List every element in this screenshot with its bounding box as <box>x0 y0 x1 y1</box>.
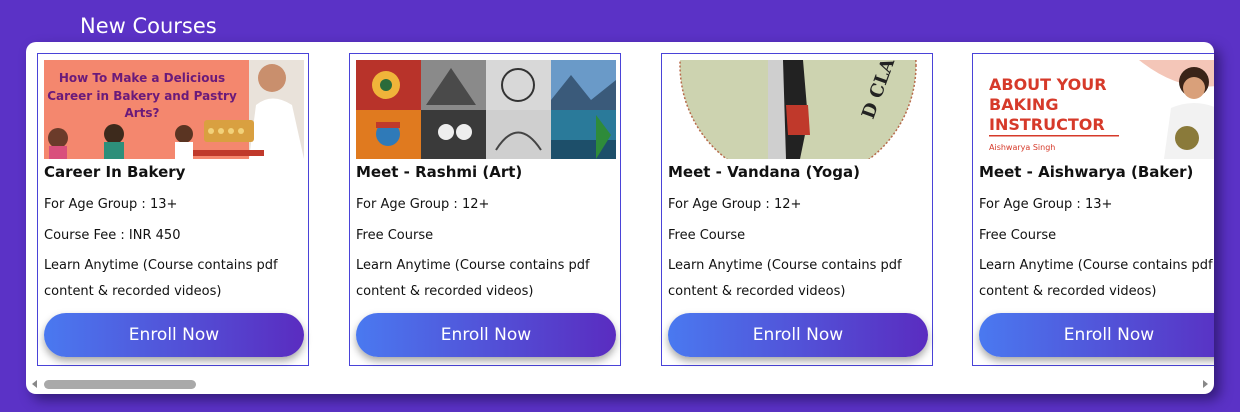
scroll-left-arrow-icon[interactable] <box>32 380 37 388</box>
scrollbar-thumb[interactable] <box>44 380 196 389</box>
svg-text:BAKING: BAKING <box>989 95 1058 114</box>
enroll-now-button[interactable]: Enroll Now <box>979 313 1214 357</box>
carousel-track: How To Make a Delicious Career in Bakery… <box>37 53 1214 367</box>
course-card: Meet - Rashmi (Art) For Age Group : 12+ … <box>349 53 621 366</box>
svg-text:How To Make a Delicious: How To Make a Delicious <box>59 71 225 85</box>
course-fee: Free Course <box>356 228 434 243</box>
course-card: How To Make a Delicious Career in Bakery… <box>37 53 309 366</box>
learn-info-line1: Learn Anytime (Course contains pdf <box>979 258 1213 273</box>
course-thumbnail: ABOUT YOUR BAKING INSTRUCTOR Aishwarya S… <box>979 60 1214 159</box>
svg-text:Career in Bakery and Pastry: Career in Bakery and Pastry <box>47 89 237 103</box>
learn-info-line2: content & recorded videos) <box>668 284 846 299</box>
svg-text:ABOUT YOUR: ABOUT YOUR <box>989 75 1107 94</box>
learn-info-line2: content & recorded videos) <box>356 284 534 299</box>
learn-info-line1: Learn Anytime (Course contains pdf <box>668 258 902 273</box>
svg-text:Arts?: Arts? <box>124 106 159 120</box>
course-title: Career In Bakery <box>44 163 186 181</box>
course-card: ABOUT YOUR BAKING INSTRUCTOR Aishwarya S… <box>972 53 1214 366</box>
age-group: For Age Group : 12+ <box>356 197 490 212</box>
age-group: For Age Group : 12+ <box>668 197 802 212</box>
age-group: For Age Group : 13+ <box>44 197 178 212</box>
enroll-now-button[interactable]: Enroll Now <box>356 313 616 357</box>
course-fee: Course Fee : INR 450 <box>44 228 181 243</box>
course-title: Meet - Vandana (Yoga) <box>668 163 860 181</box>
learn-info-line2: content & recorded videos) <box>979 284 1157 299</box>
course-title: Meet - Rashmi (Art) <box>356 163 523 181</box>
learn-info-line1: Learn Anytime (Course contains pdf <box>44 258 278 273</box>
courses-carousel: How To Make a Delicious Career in Bakery… <box>26 42 1214 394</box>
svg-text:Aishwarya Singh: Aishwarya Singh <box>989 143 1055 152</box>
course-card: D CLASSY Meet - Vandana (Yoga) For Age G… <box>661 53 933 366</box>
course-thumbnail: How To Make a Delicious Career in Bakery… <box>44 60 304 159</box>
enroll-now-button[interactable]: Enroll Now <box>44 313 304 357</box>
course-thumbnail: D CLASSY <box>668 60 928 159</box>
svg-text:INSTRUCTOR: INSTRUCTOR <box>989 115 1105 134</box>
scroll-right-arrow-icon[interactable] <box>1203 380 1208 388</box>
course-title: Meet - Aishwarya (Baker) <box>979 163 1194 181</box>
course-fee: Free Course <box>668 228 746 243</box>
learn-info-line1: Learn Anytime (Course contains pdf <box>356 258 590 273</box>
horizontal-scrollbar[interactable] <box>26 376 1214 392</box>
section-title: New Courses <box>80 14 217 38</box>
age-group: For Age Group : 13+ <box>979 197 1113 212</box>
course-fee: Free Course <box>979 228 1057 243</box>
learn-info-line2: content & recorded videos) <box>44 284 222 299</box>
course-thumbnail <box>356 60 616 159</box>
enroll-now-button[interactable]: Enroll Now <box>668 313 928 357</box>
